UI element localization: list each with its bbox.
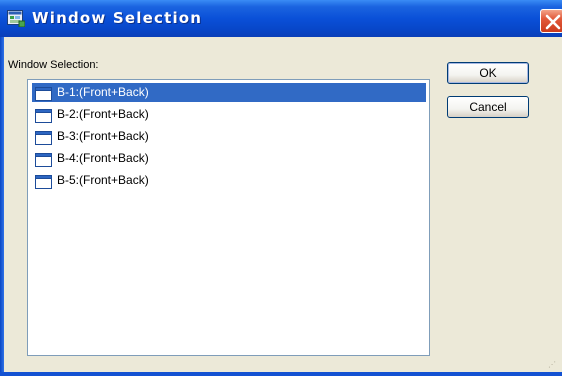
title-bar[interactable]: Window Selection (0, 0, 562, 37)
window-title: Window Selection (32, 9, 203, 27)
list-item[interactable]: B-3:(Front+Back) (32, 127, 426, 146)
window-frame-left (0, 37, 4, 376)
list-item-label: B-5:(Front+Back) (57, 173, 149, 187)
list-label: Window Selection: (8, 59, 99, 71)
window-frame-bottom (0, 372, 562, 376)
close-button[interactable] (540, 9, 562, 33)
window-selection-dialog: Window Selection Window Selection: B-1:(… (0, 0, 562, 376)
close-icon (545, 14, 561, 30)
list-item-label: B-1:(Front+Back) (57, 85, 149, 99)
resize-grip-icon[interactable]: ⋰ (548, 360, 556, 369)
cancel-button[interactable]: Cancel (447, 96, 529, 118)
ok-button[interactable]: OK (447, 62, 529, 84)
list-item-label: B-2:(Front+Back) (57, 107, 149, 121)
window-icon (35, 152, 52, 167)
window-list[interactable]: B-1:(Front+Back) B-2:(Front+Back) B-3:(F… (27, 79, 430, 356)
list-item[interactable]: B-2:(Front+Back) (32, 105, 426, 124)
list-item[interactable]: B-4:(Front+Back) (32, 149, 426, 168)
list-item-label: B-4:(Front+Back) (57, 151, 149, 165)
list-item-label: B-3:(Front+Back) (57, 129, 149, 143)
list-item[interactable]: B-1:(Front+Back) (32, 83, 426, 102)
window-icon (35, 108, 52, 123)
window-icon (35, 86, 52, 101)
window-selection-app-icon (7, 10, 26, 28)
list-item[interactable]: B-5:(Front+Back) (32, 171, 426, 190)
window-icon (35, 174, 52, 189)
window-icon (35, 130, 52, 145)
